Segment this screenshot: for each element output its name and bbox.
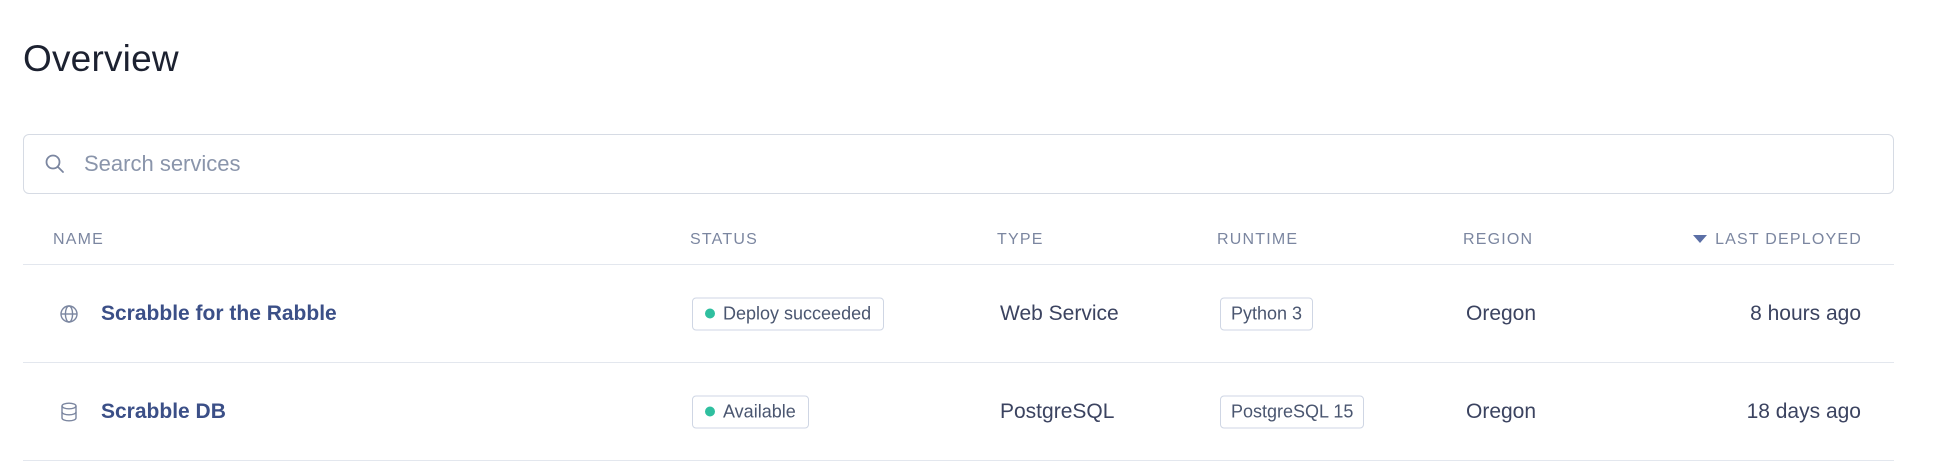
service-name-link[interactable]: Scrabble DB [101, 400, 226, 424]
column-header-last-deployed[interactable]: LAST DEPLOYED [1693, 231, 1862, 249]
services-table: NAME STATUS TYPE RUNTIME REGION LAST DEP… [23, 220, 1894, 461]
column-header-type[interactable]: TYPE [997, 231, 1044, 249]
table-header: NAME STATUS TYPE RUNTIME REGION LAST DEP… [23, 220, 1894, 265]
last-deployed: 8 hours ago [1750, 301, 1861, 325]
runtime-badge: Python 3 [1220, 297, 1314, 330]
status-dot [705, 308, 715, 319]
column-header-region[interactable]: REGION [1463, 231, 1533, 249]
caret-down-icon [1693, 235, 1708, 243]
service-name-link[interactable]: Scrabble for the Rabble [101, 302, 337, 326]
status-badge: Available [692, 395, 809, 428]
service-region: Oregon [1466, 301, 1537, 325]
column-header-last-deployed-label: LAST DEPLOYED [1715, 231, 1862, 248]
runtime-badge: PostgreSQL 15 [1220, 395, 1365, 428]
last-deployed: 18 days ago [1746, 399, 1861, 423]
status-label: Deploy succeeded [723, 303, 872, 323]
service-region: Oregon [1466, 399, 1537, 423]
column-header-runtime[interactable]: RUNTIME [1217, 231, 1298, 249]
table-row[interactable]: Scrabble for the Rabble Deploy succeeded… [23, 265, 1894, 363]
search-icon [44, 152, 68, 176]
status-dot [705, 406, 715, 417]
table-row[interactable]: Scrabble DB Available PostgreSQL Postgre… [23, 363, 1894, 461]
column-header-name[interactable]: NAME [53, 231, 104, 249]
database-icon [57, 400, 81, 424]
page-title: Overview [23, 38, 179, 79]
status-label: Available [723, 401, 796, 421]
status-badge: Deploy succeeded [692, 297, 885, 330]
search-bar[interactable] [23, 134, 1894, 194]
overview-page: Overview NAME STATUS TYPE RUNTIME REGION… [0, 0, 1936, 471]
service-type: Web Service [1000, 301, 1119, 325]
column-header-status[interactable]: STATUS [690, 231, 758, 249]
search-input[interactable] [82, 150, 1786, 178]
service-type: PostgreSQL [1000, 399, 1115, 423]
globe-icon [57, 302, 81, 326]
